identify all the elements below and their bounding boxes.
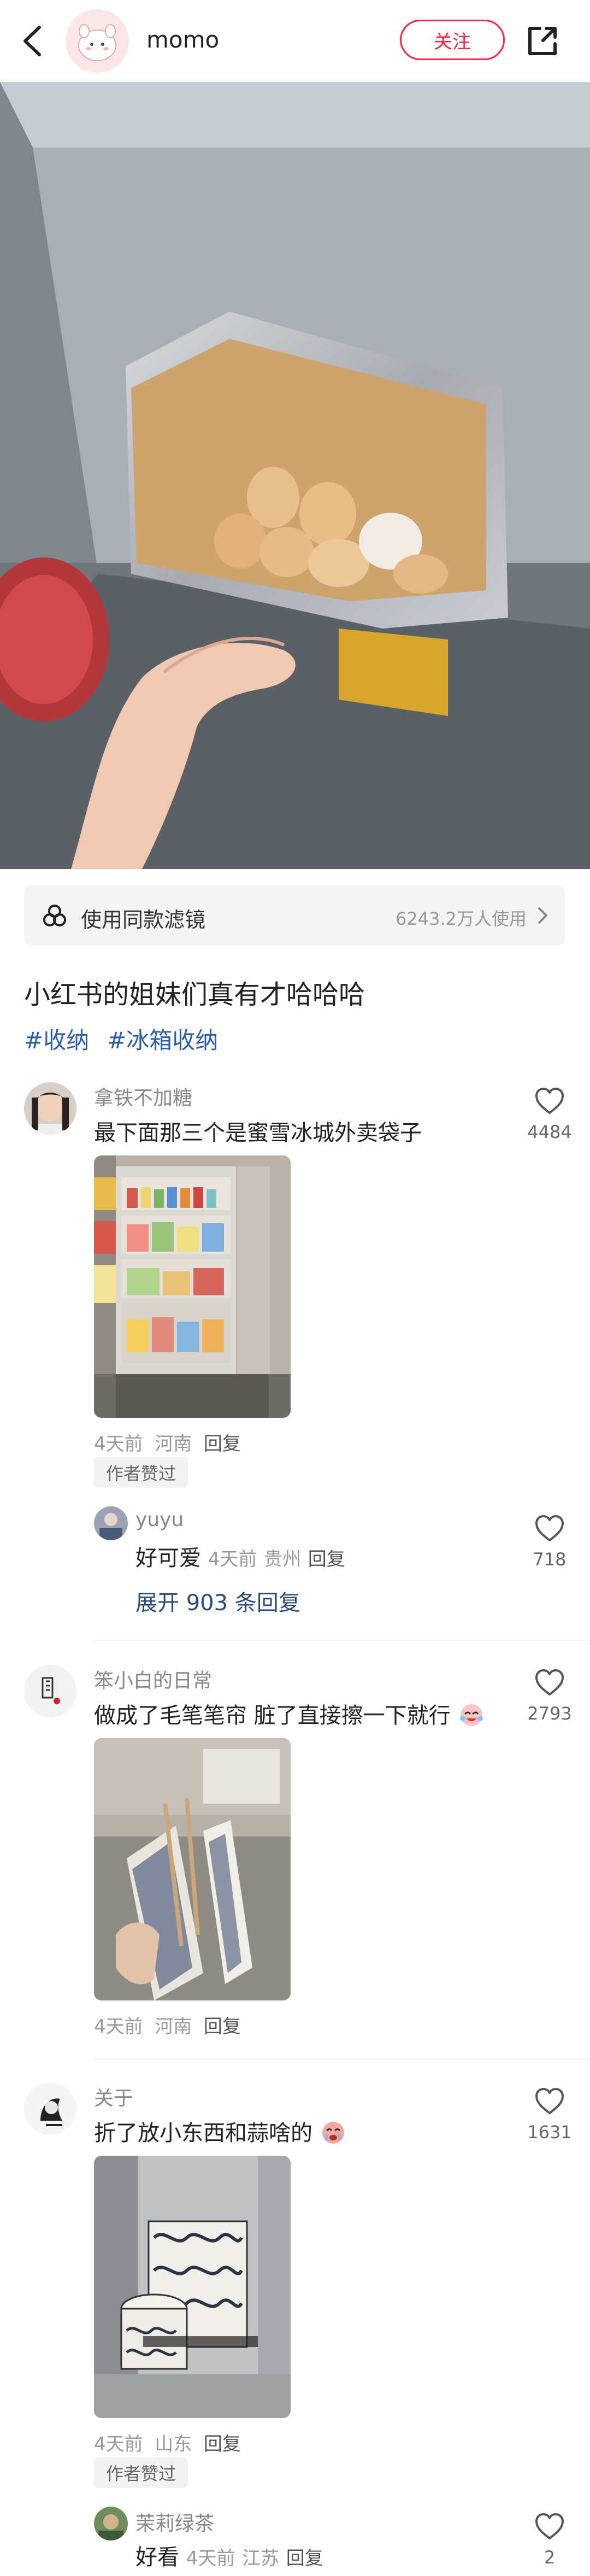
- reply-location: 江苏: [242, 2548, 280, 2569]
- heart-icon[interactable]: [534, 1668, 565, 1697]
- filter-icon: [43, 905, 66, 926]
- top-bar: momo 关注: [0, 0, 590, 82]
- divider: [94, 1640, 590, 1641]
- commenter-name[interactable]: 拿铁不加糖: [94, 1082, 192, 1111]
- comment-image[interactable]: [94, 2156, 291, 2418]
- reply-button[interactable]: 回复: [204, 2433, 241, 2455]
- heart-icon[interactable]: [534, 1514, 565, 1542]
- heart-icon[interactable]: [534, 1087, 565, 1115]
- reply-avatar[interactable]: [94, 2507, 128, 2540]
- comment-meta: 4天前 山东 回复: [94, 2429, 241, 2456]
- share-icon[interactable]: [523, 22, 562, 60]
- author-liked-badge: 作者赞过: [94, 2457, 188, 2488]
- filter-usage-count: 6243.2万人使用: [396, 908, 527, 929]
- reply-time: 4天前: [186, 2548, 235, 2569]
- hashtag-fridge-storage[interactable]: #冰箱收纳: [107, 1022, 218, 1055]
- comment-text: 折了放小东西和蒜啥的: [94, 2115, 347, 2147]
- comment-image[interactable]: [94, 1155, 291, 1418]
- comment-meta: 4天前 河南 回复: [94, 2011, 241, 2038]
- post-title: 小红书的姐妹们真有才哈哈哈: [24, 979, 365, 1010]
- heart-icon[interactable]: [534, 2512, 565, 2540]
- reply-button[interactable]: 回复: [308, 1548, 345, 1570]
- reply-text: 好可爱: [135, 1546, 201, 1571]
- comment-text: 做成了毛笔笔帘 脏了直接擦一下就行: [94, 1698, 486, 1729]
- crying-emoji-icon: [322, 2122, 344, 2144]
- reply-content: 好可爱 4天前 贵州 回复: [135, 1540, 345, 1572]
- author-liked-badge: 作者赞过: [94, 1457, 188, 1488]
- post-photo[interactable]: [0, 82, 590, 869]
- like-count: 2: [544, 2547, 556, 2568]
- expand-replies-link[interactable]: 展开 903 条回复: [135, 1585, 300, 1617]
- reply-content: 好看 4天前 江苏 回复: [135, 2539, 323, 2571]
- commenter-name[interactable]: 关于: [94, 2082, 133, 2111]
- comment-text-content: 折了放小东西和蒜啥的: [94, 2121, 312, 2146]
- comment-image[interactable]: [94, 1738, 291, 2000]
- hashtag-storage[interactable]: #收纳: [24, 1022, 89, 1055]
- reply-location: 贵州: [264, 1548, 302, 1570]
- heart-icon[interactable]: [534, 2087, 565, 2115]
- reply-button[interactable]: 回复: [286, 2548, 323, 2569]
- reply-time: 4天前: [208, 1548, 257, 1570]
- replier-name[interactable]: yuyu: [135, 1509, 184, 1531]
- comment-time: 4天前: [94, 1433, 143, 1455]
- commenter-name[interactable]: 笨小白的日常: [94, 1665, 212, 1693]
- reply-button[interactable]: 回复: [204, 2016, 241, 2038]
- comment-text-content: 做成了毛笔笔帘 脏了直接擦一下就行: [94, 1703, 451, 1728]
- commenter-avatar[interactable]: [24, 2082, 76, 2135]
- divider: [94, 2058, 590, 2059]
- filter-label: 使用同款滤镜: [81, 908, 206, 932]
- replier-name[interactable]: 茉莉绿茶: [135, 2508, 214, 2536]
- laughing-emoji-icon: [460, 1704, 483, 1726]
- back-arrow-icon[interactable]: [16, 22, 49, 60]
- comment-location: 河南: [155, 1433, 192, 1455]
- like-count: 2793: [527, 1703, 572, 1724]
- author-name[interactable]: momo: [146, 26, 219, 53]
- reply-button[interactable]: 回复: [204, 1433, 241, 1455]
- follow-button[interactable]: 关注: [400, 20, 505, 60]
- comment-text: 最下面那三个是蜜雪冰城外卖袋子: [94, 1120, 422, 1146]
- like-count: 1631: [527, 2122, 572, 2143]
- like-count: 4484: [527, 1122, 572, 1142]
- reply-avatar[interactable]: [94, 1506, 128, 1540]
- comment-time: 4天前: [94, 2433, 143, 2455]
- comment-location: 山东: [155, 2433, 192, 2455]
- chevron-right-icon: [538, 907, 547, 924]
- commenter-avatar[interactable]: [24, 1665, 76, 1717]
- comment-time: 4天前: [94, 2016, 143, 2038]
- author-avatar[interactable]: [66, 9, 129, 73]
- comment-location: 河南: [155, 2016, 192, 2038]
- commenter-avatar[interactable]: [24, 1082, 76, 1135]
- reply-text: 好看: [135, 2545, 179, 2570]
- like-count: 718: [533, 1549, 567, 1570]
- filter-bar[interactable]: 使用同款滤镜 6243.2万人使用: [24, 885, 565, 946]
- comment-meta: 4天前 河南 回复: [94, 1429, 241, 1456]
